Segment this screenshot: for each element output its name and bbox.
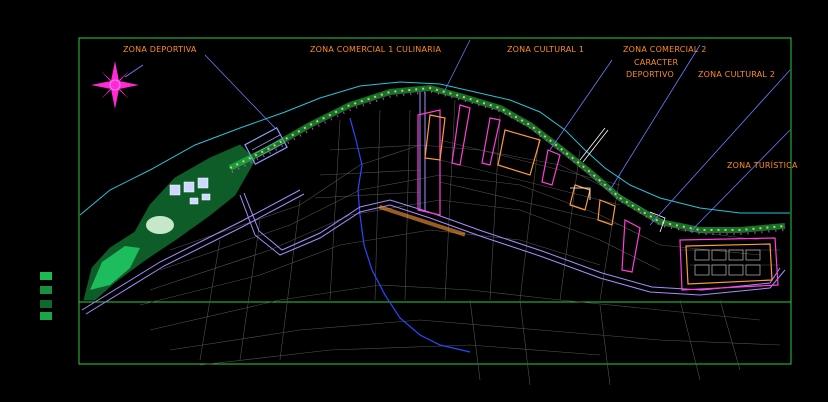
layer-legend-swatches-icon xyxy=(40,272,52,320)
label-zona-comercial-2: ZONA COMERCIAL 2 xyxy=(623,45,707,54)
label-zona-cultural-2: ZONA CULTURAL 2 xyxy=(698,70,775,79)
north-arrow-compass-rose-icon xyxy=(91,61,144,109)
river xyxy=(349,117,471,353)
label-caracter: CARACTER xyxy=(634,58,679,67)
label-zona-comercial-1: ZONA COMERCIAL 1 CULINARIA xyxy=(310,45,441,54)
sports-field xyxy=(146,216,174,234)
label-zona-cultural-1: ZONA CULTURAL 1 xyxy=(507,45,584,54)
label-zona-turistica: ZONA TURÍSTICA xyxy=(727,159,798,170)
city-grid xyxy=(139,99,781,386)
label-zona-deportiva: ZONA DEPORTIVA xyxy=(123,45,197,54)
label-deportivo: DEPORTIVO xyxy=(626,70,674,79)
site-plan-drawing: ZONA DEPORTIVA ZONA COMERCIAL 1 CULINARI… xyxy=(40,37,798,386)
